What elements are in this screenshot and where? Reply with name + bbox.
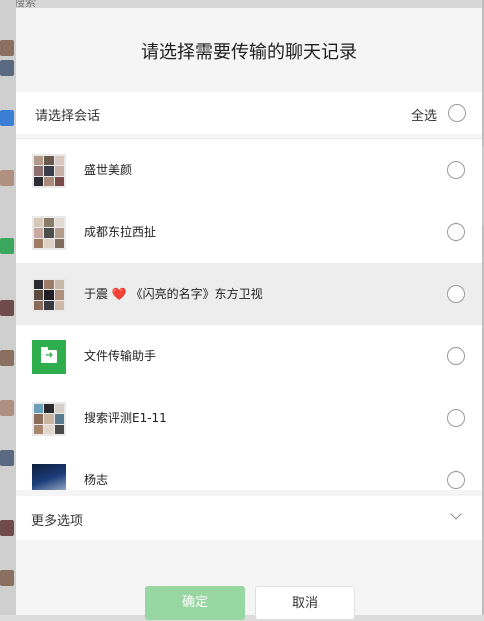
background-avatar (0, 520, 14, 536)
background-avatar (0, 238, 14, 254)
arrow-right-icon: ➜ (45, 350, 54, 361)
chat-name-part: 《闪亮的名字》东方卫视 (126, 287, 263, 301)
chat-name: 文件传输助手 (84, 349, 157, 363)
chat-select-radio[interactable] (447, 161, 465, 179)
chat-list[interactable]: 盛世美颜 成都东拉西扯 于震 ❤️ 《闪亮的名字》东方卫视 ➜ 文件传输助手 搜… (16, 138, 482, 490)
background-avatar (0, 570, 14, 586)
background-avatar (0, 40, 14, 56)
group-avatar (32, 216, 66, 250)
background-avatar (0, 450, 14, 466)
background-avatar (0, 110, 14, 126)
dialog-title: 请选择需要传输的聊天记录 (141, 42, 357, 63)
more-options-label: 更多选项 (31, 514, 84, 529)
background-avatar (0, 300, 14, 316)
photo-avatar (32, 464, 66, 490)
chat-name: 盛世美颜 (84, 163, 133, 177)
chat-select-radio[interactable] (447, 347, 465, 365)
heart-emoji-icon: ❤️ (111, 287, 127, 301)
chat-row[interactable]: 成都东拉西扯 (16, 201, 482, 263)
chat-select-radio[interactable] (447, 409, 465, 427)
chat-select-radio[interactable] (447, 223, 465, 241)
file-transfer-icon: ➜ (32, 340, 66, 374)
section-header: 请选择会话 全选 (16, 92, 482, 134)
group-avatar (32, 278, 66, 312)
chat-name: 杨志 (84, 473, 109, 487)
chat-name: 成都东拉西扯 (84, 225, 157, 239)
select-all-radio[interactable] (448, 104, 466, 122)
chevron-down-icon[interactable] (450, 508, 462, 520)
background-avatar (0, 350, 14, 366)
background-avatar (0, 170, 14, 186)
group-avatar (32, 402, 66, 436)
chat-transfer-dialog: 请选择需要传输的聊天记录 请选择会话 全选 盛世美颜 成都东拉西扯 于震 ❤️ … (16, 8, 484, 620)
background-avatar (0, 60, 14, 76)
select-all-label[interactable]: 全选 (411, 105, 437, 124)
chat-name-part: 于震 (84, 287, 112, 301)
background-avatar (0, 400, 14, 416)
section-label: 请选择会话 (35, 109, 101, 124)
background-chat-list (0, 0, 16, 615)
chat-name: 搜索评测E1-11 (84, 411, 167, 425)
chat-select-radio[interactable] (447, 285, 465, 303)
chat-select-radio[interactable] (447, 471, 465, 489)
group-avatar (32, 154, 66, 188)
chat-row[interactable]: 杨志 (16, 449, 482, 490)
chat-row[interactable]: 盛世美颜 (16, 139, 482, 201)
chat-row[interactable]: 于震 ❤️ 《闪亮的名字》东方卫视 (16, 263, 482, 325)
chat-row[interactable]: 搜索评测E1-11 (16, 387, 482, 449)
more-options-row[interactable]: 更多选项 (16, 496, 482, 540)
chat-row[interactable]: ➜ 文件传输助手 (16, 325, 482, 387)
chat-name: 于震 ❤️ 《闪亮的名字》东方卫视 (84, 285, 263, 302)
